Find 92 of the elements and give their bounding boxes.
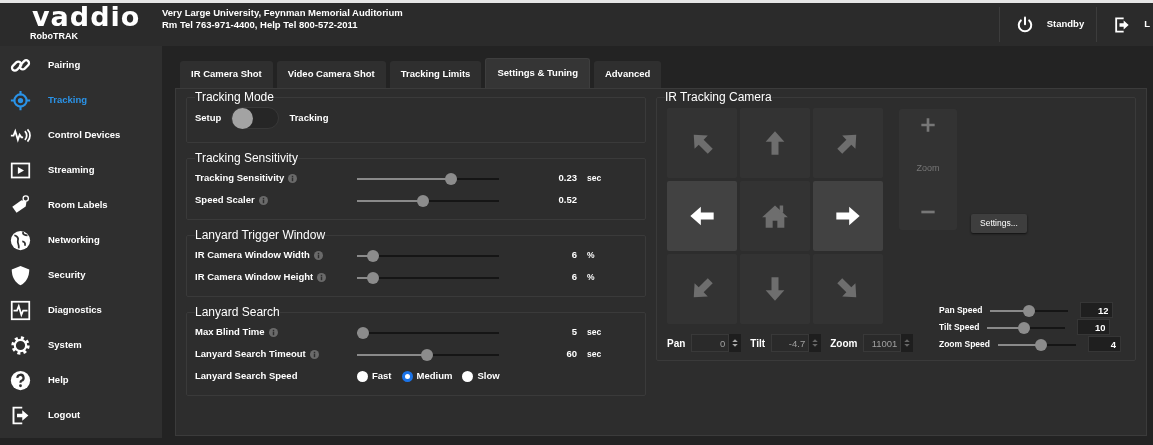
- crosshair-icon: [10, 90, 31, 111]
- field-label: Zoom Speed: [939, 337, 990, 351]
- pulse-icon: [10, 300, 31, 321]
- unit-text: %: [586, 270, 596, 284]
- value-field[interactable]: 12: [1080, 302, 1114, 318]
- direction-button[interactable]: [667, 181, 737, 251]
- toggle-label: Setup: [195, 110, 222, 125]
- section-title: Lanyard Trigger Window: [195, 228, 326, 242]
- logo: vaddio: [32, 4, 142, 30]
- tab[interactable]: Video Camera Shot: [276, 61, 386, 88]
- play-icon: [10, 160, 31, 181]
- direction-button[interactable]: [813, 181, 883, 251]
- settings-button[interactable]: Settings...: [971, 214, 1027, 233]
- section-title: IR Tracking Camera: [665, 90, 772, 104]
- sidebar-item[interactable]: Control Devices: [0, 118, 162, 153]
- product-name: RoboTRAK: [30, 30, 79, 43]
- unit-text: %: [586, 248, 596, 262]
- tab[interactable]: IR Camera Shot: [180, 61, 273, 88]
- value-text: 60: [565, 346, 577, 361]
- value-text: 0.52: [557, 192, 577, 207]
- slider[interactable]: [357, 271, 499, 283]
- shield-icon: [10, 265, 31, 286]
- sidebar-item[interactable]: System: [0, 328, 162, 363]
- field-label: Zoom: [830, 336, 858, 351]
- info-icon[interactable]: [309, 349, 319, 359]
- field-label: Lanyard Search Speed: [195, 368, 298, 383]
- field-label: IR Camera Window Height: [195, 269, 314, 284]
- logout-icon: [10, 405, 31, 426]
- field-label: Speed Scaler: [195, 192, 255, 207]
- info-icon[interactable]: [258, 195, 268, 205]
- slider[interactable]: [998, 338, 1076, 350]
- radio-option[interactable]: Fast: [357, 368, 392, 384]
- value-text: 0.23: [557, 170, 577, 185]
- sidebar-item[interactable]: Pairing: [0, 48, 162, 83]
- info-icon[interactable]: [317, 272, 327, 282]
- unit-text: sec: [586, 325, 603, 339]
- tag-icon: [10, 195, 31, 216]
- slider[interactable]: [357, 326, 499, 338]
- header-button[interactable]: L: [1096, 7, 1153, 42]
- radio-option[interactable]: Medium: [401, 368, 453, 384]
- section-title: Tracking Sensitivity: [195, 151, 298, 165]
- slider[interactable]: [357, 172, 499, 184]
- tab[interactable]: Settings & Tuning: [485, 58, 590, 88]
- sidebar-item[interactable]: Diagnostics: [0, 293, 162, 328]
- unit-text: sec: [586, 171, 603, 185]
- slider[interactable]: [357, 249, 499, 261]
- sidebar-item[interactable]: Networking: [0, 223, 162, 258]
- value-field[interactable]: 10: [1077, 319, 1111, 335]
- help-icon: [10, 370, 31, 391]
- slider[interactable]: [357, 194, 499, 206]
- spinner-icon[interactable]: [901, 334, 914, 352]
- slider[interactable]: [987, 321, 1066, 333]
- slider[interactable]: [990, 304, 1069, 316]
- value-field[interactable]: 4: [1088, 336, 1121, 352]
- sidebar-item[interactable]: Room Labels: [0, 188, 162, 223]
- value-text: 6: [570, 247, 577, 262]
- info-icon[interactable]: [268, 327, 278, 337]
- zoom-label: Zoom: [916, 161, 940, 175]
- sidebar-item[interactable]: Tracking: [0, 83, 162, 118]
- info-icon[interactable]: [313, 250, 323, 260]
- tab[interactable]: Advanced: [593, 61, 662, 88]
- tab[interactable]: Tracking Limits: [389, 61, 482, 88]
- radio-option[interactable]: Slow: [462, 368, 500, 384]
- plus-icon: [920, 117, 936, 133]
- section-title: Lanyard Search: [195, 305, 280, 319]
- field-label: Max Blind Time: [195, 324, 265, 339]
- site-title: Very Large University, Feynman Memorial Auditorium: [162, 7, 404, 19]
- spinner-icon[interactable]: [809, 334, 822, 352]
- toggle-label: Tracking: [289, 110, 329, 125]
- gear-icon: [10, 335, 31, 356]
- field-label: Tilt: [750, 336, 766, 351]
- sidebar-item[interactable]: Help: [0, 363, 162, 398]
- spinner-icon[interactable]: [729, 334, 742, 352]
- field-label: Tracking Sensitivity: [195, 170, 285, 185]
- globe-icon: [10, 230, 31, 251]
- field-label: IR Camera Window Width: [195, 247, 310, 262]
- value-text: 5: [570, 324, 577, 339]
- sidebar-item[interactable]: Security: [0, 258, 162, 293]
- sidebar-item[interactable]: Logout: [0, 398, 162, 433]
- field-label: Tilt Speed: [939, 320, 980, 334]
- field-label: Lanyard Search Timeout: [195, 346, 306, 361]
- info-icon[interactable]: [288, 173, 298, 183]
- site-phone-info: Rm Tel 763-971-4400, Help Tel 800-572-2011: [162, 19, 359, 31]
- sidebar-item[interactable]: Streaming: [0, 153, 162, 188]
- field-label: Pan: [667, 336, 686, 351]
- value-text: 6: [570, 269, 577, 284]
- header-button[interactable]: Standby: [998, 7, 1097, 42]
- unit-text: sec: [586, 347, 603, 361]
- slider[interactable]: [357, 348, 499, 360]
- section-title: Tracking Mode: [195, 90, 274, 104]
- field-label: Pan Speed: [939, 303, 983, 317]
- toggle-switch[interactable]: [231, 107, 280, 129]
